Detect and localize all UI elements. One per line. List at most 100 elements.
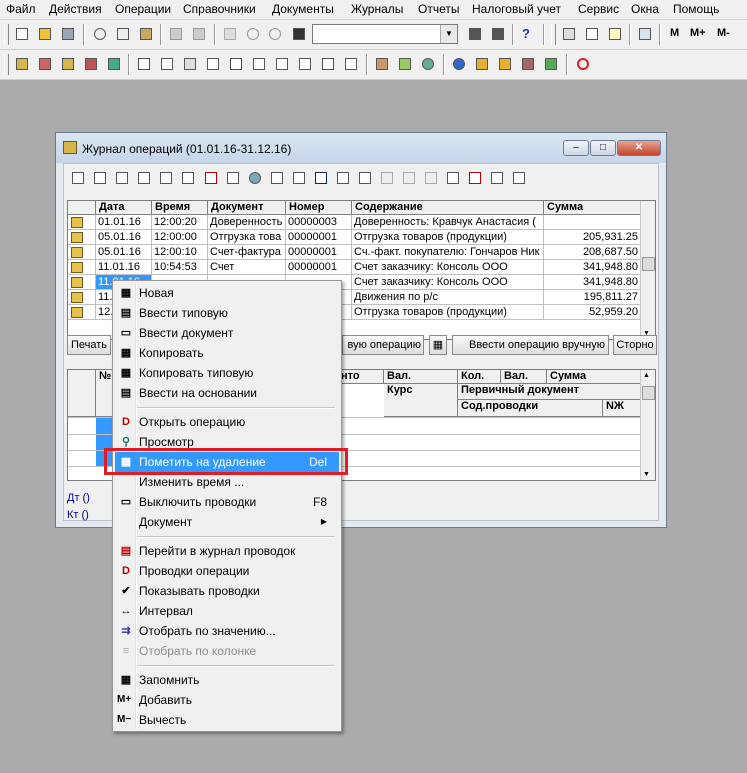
book-icon[interactable] bbox=[637, 26, 653, 42]
help-icon[interactable] bbox=[489, 170, 505, 186]
table-cell-content[interactable]: Отгрузка товаров (продукции) bbox=[352, 230, 544, 245]
table-cell-doc[interactable]: Счет bbox=[208, 260, 286, 275]
analysis-report-icon[interactable] bbox=[297, 56, 313, 72]
row-icon-cell[interactable] bbox=[68, 245, 96, 260]
table-cell-sum[interactable]: 195,811.27 bbox=[544, 290, 641, 305]
table-cell-sum[interactable]: 205,931.25 bbox=[544, 230, 641, 245]
find-next-icon[interactable] bbox=[467, 26, 483, 42]
table-cell-num[interactable]: 00000001 bbox=[286, 245, 352, 260]
table-cell-content[interactable]: Отгрузка товаров (продукции) bbox=[352, 305, 544, 320]
scroll-down-icon[interactable]: ▼ bbox=[643, 471, 650, 478]
scroll-thumb[interactable] bbox=[642, 386, 655, 400]
table-cell-doc[interactable]: Доверенность bbox=[208, 215, 286, 230]
menu-references[interactable]: Справочники bbox=[183, 2, 256, 16]
close-period-icon[interactable] bbox=[374, 56, 390, 72]
menu-operations[interactable]: Операции bbox=[115, 2, 171, 16]
column-header-document[interactable]: Документ bbox=[208, 201, 286, 215]
accounts-icon[interactable] bbox=[106, 56, 122, 72]
cut-icon[interactable] bbox=[92, 26, 108, 42]
tree-icon[interactable] bbox=[335, 170, 351, 186]
time-icon[interactable] bbox=[291, 170, 307, 186]
help-icon[interactable]: ? bbox=[520, 26, 536, 42]
column-header-correspondence[interactable]: нто bbox=[338, 370, 384, 384]
view-icon[interactable] bbox=[247, 170, 263, 186]
account-analysis-icon[interactable] bbox=[320, 56, 336, 72]
scroll-up-icon[interactable]: ▲ bbox=[643, 372, 650, 379]
icon-column-header[interactable] bbox=[68, 201, 96, 215]
update-icon[interactable] bbox=[451, 56, 467, 72]
column-header-date[interactable]: Дата bbox=[96, 201, 152, 215]
menu-item-add[interactable]: М+ Добавить bbox=[115, 690, 339, 710]
table-cell-content[interactable]: Доверенность: Кравчук Анастасия ( bbox=[352, 215, 544, 230]
postings-journal-icon[interactable] bbox=[445, 170, 461, 186]
open-op-icon[interactable] bbox=[203, 170, 219, 186]
binoculars-icon[interactable] bbox=[291, 26, 307, 42]
column-header-sum-2[interactable]: Сумма bbox=[547, 370, 641, 384]
undo-icon[interactable] bbox=[245, 26, 261, 42]
toolbar-grip[interactable] bbox=[4, 54, 9, 75]
calculator-icon[interactable] bbox=[222, 26, 238, 42]
ledger-icon[interactable] bbox=[136, 56, 152, 72]
new-file-icon[interactable] bbox=[14, 26, 30, 42]
minimize-button[interactable]: ‒ bbox=[563, 140, 589, 156]
table-report-icon[interactable] bbox=[205, 56, 221, 72]
copy-icon[interactable] bbox=[136, 170, 152, 186]
toolbar-grip[interactable] bbox=[4, 24, 9, 45]
print-preview-icon[interactable] bbox=[191, 26, 207, 42]
table-cell-sum[interactable]: 208,687.50 bbox=[544, 245, 641, 260]
operations-vscroll[interactable]: ▼ bbox=[640, 201, 655, 339]
menu-item-copy-typical[interactable]: ▦ Копировать типовую bbox=[115, 363, 339, 383]
typical-icon[interactable] bbox=[92, 170, 108, 186]
column-header-currency-2[interactable]: Вал. bbox=[501, 370, 547, 384]
globe-icon[interactable] bbox=[420, 56, 436, 72]
close-button[interactable]: ✕ bbox=[617, 140, 661, 156]
e-report-icon[interactable] bbox=[575, 56, 591, 72]
chart-report-icon[interactable] bbox=[343, 56, 359, 72]
op-postings-icon[interactable] bbox=[467, 170, 483, 186]
checker-report-icon[interactable] bbox=[182, 56, 198, 72]
table-cell-num[interactable]: 00000001 bbox=[286, 260, 352, 275]
menu-item-disable-postings[interactable]: ▭ Выключить проводки F8 bbox=[115, 492, 339, 512]
row-icon-cell[interactable] bbox=[68, 260, 96, 275]
tooltip-icon[interactable] bbox=[607, 26, 623, 42]
edit-icon[interactable] bbox=[225, 170, 241, 186]
cash-icon[interactable] bbox=[497, 56, 513, 72]
interval-icon[interactable] bbox=[313, 170, 329, 186]
operations-journal-icon[interactable] bbox=[37, 56, 53, 72]
menu-item-document[interactable]: Документ ▶ bbox=[115, 512, 339, 532]
menu-item-enter-document[interactable]: ▭ Ввести документ bbox=[115, 323, 339, 343]
table-cell-content[interactable]: Счет заказчику: Консоль ООО bbox=[352, 275, 544, 290]
filter-column-icon[interactable] bbox=[379, 170, 395, 186]
filter-off-icon[interactable] bbox=[423, 170, 439, 186]
fixed-assets-icon[interactable] bbox=[397, 56, 413, 72]
column-header-number[interactable]: Номер bbox=[286, 201, 352, 215]
print-button[interactable]: Печать bbox=[67, 335, 111, 355]
table-cell-time[interactable]: 12:00:10 bbox=[152, 245, 208, 260]
column-header-quantity[interactable]: Кол. bbox=[458, 370, 501, 384]
copy-icon[interactable] bbox=[115, 26, 131, 42]
menu-documents[interactable]: Документы bbox=[272, 2, 334, 16]
maximize-button[interactable]: □ bbox=[590, 140, 616, 156]
column-header-journal-no[interactable]: NЖ bbox=[603, 400, 641, 417]
table-cell-content[interactable]: Движения по р/с bbox=[352, 290, 544, 305]
column-header-primary-document[interactable]: Первичный документ bbox=[458, 384, 641, 400]
menu-item-remember[interactable]: ▦ Запомнить bbox=[115, 670, 339, 690]
row-icon-cell[interactable] bbox=[68, 290, 96, 305]
save-icon[interactable] bbox=[60, 26, 76, 42]
table-cell-sum[interactable]: 341,948.80 bbox=[544, 275, 641, 290]
menu-item-filter-by-column[interactable]: ≡ Отобрать по колонке bbox=[115, 641, 339, 661]
menu-item-filter-by-value[interactable]: ⇉ Отобрать по значению... bbox=[115, 621, 339, 641]
filter-value-icon[interactable] bbox=[357, 170, 373, 186]
calendar-icon[interactable] bbox=[584, 26, 600, 42]
window-titlebar[interactable]: Журнал операций (01.01.16-31.12.16) ‒ □ … bbox=[56, 133, 666, 163]
scroll-thumb[interactable] bbox=[642, 257, 655, 271]
column-header-content[interactable]: Содержание bbox=[352, 201, 544, 215]
delete-mark-icon[interactable] bbox=[269, 170, 285, 186]
table-cell-time[interactable]: 10:54:53 bbox=[152, 260, 208, 275]
table-cell-date[interactable]: 05.01.16 bbox=[96, 230, 152, 245]
postings-journal-icon[interactable] bbox=[83, 56, 99, 72]
menu-help[interactable]: Помощь bbox=[673, 2, 719, 16]
menu-journals[interactable]: Журналы bbox=[351, 2, 403, 16]
document-icon[interactable] bbox=[114, 170, 130, 186]
new-op-icon[interactable] bbox=[70, 170, 86, 186]
